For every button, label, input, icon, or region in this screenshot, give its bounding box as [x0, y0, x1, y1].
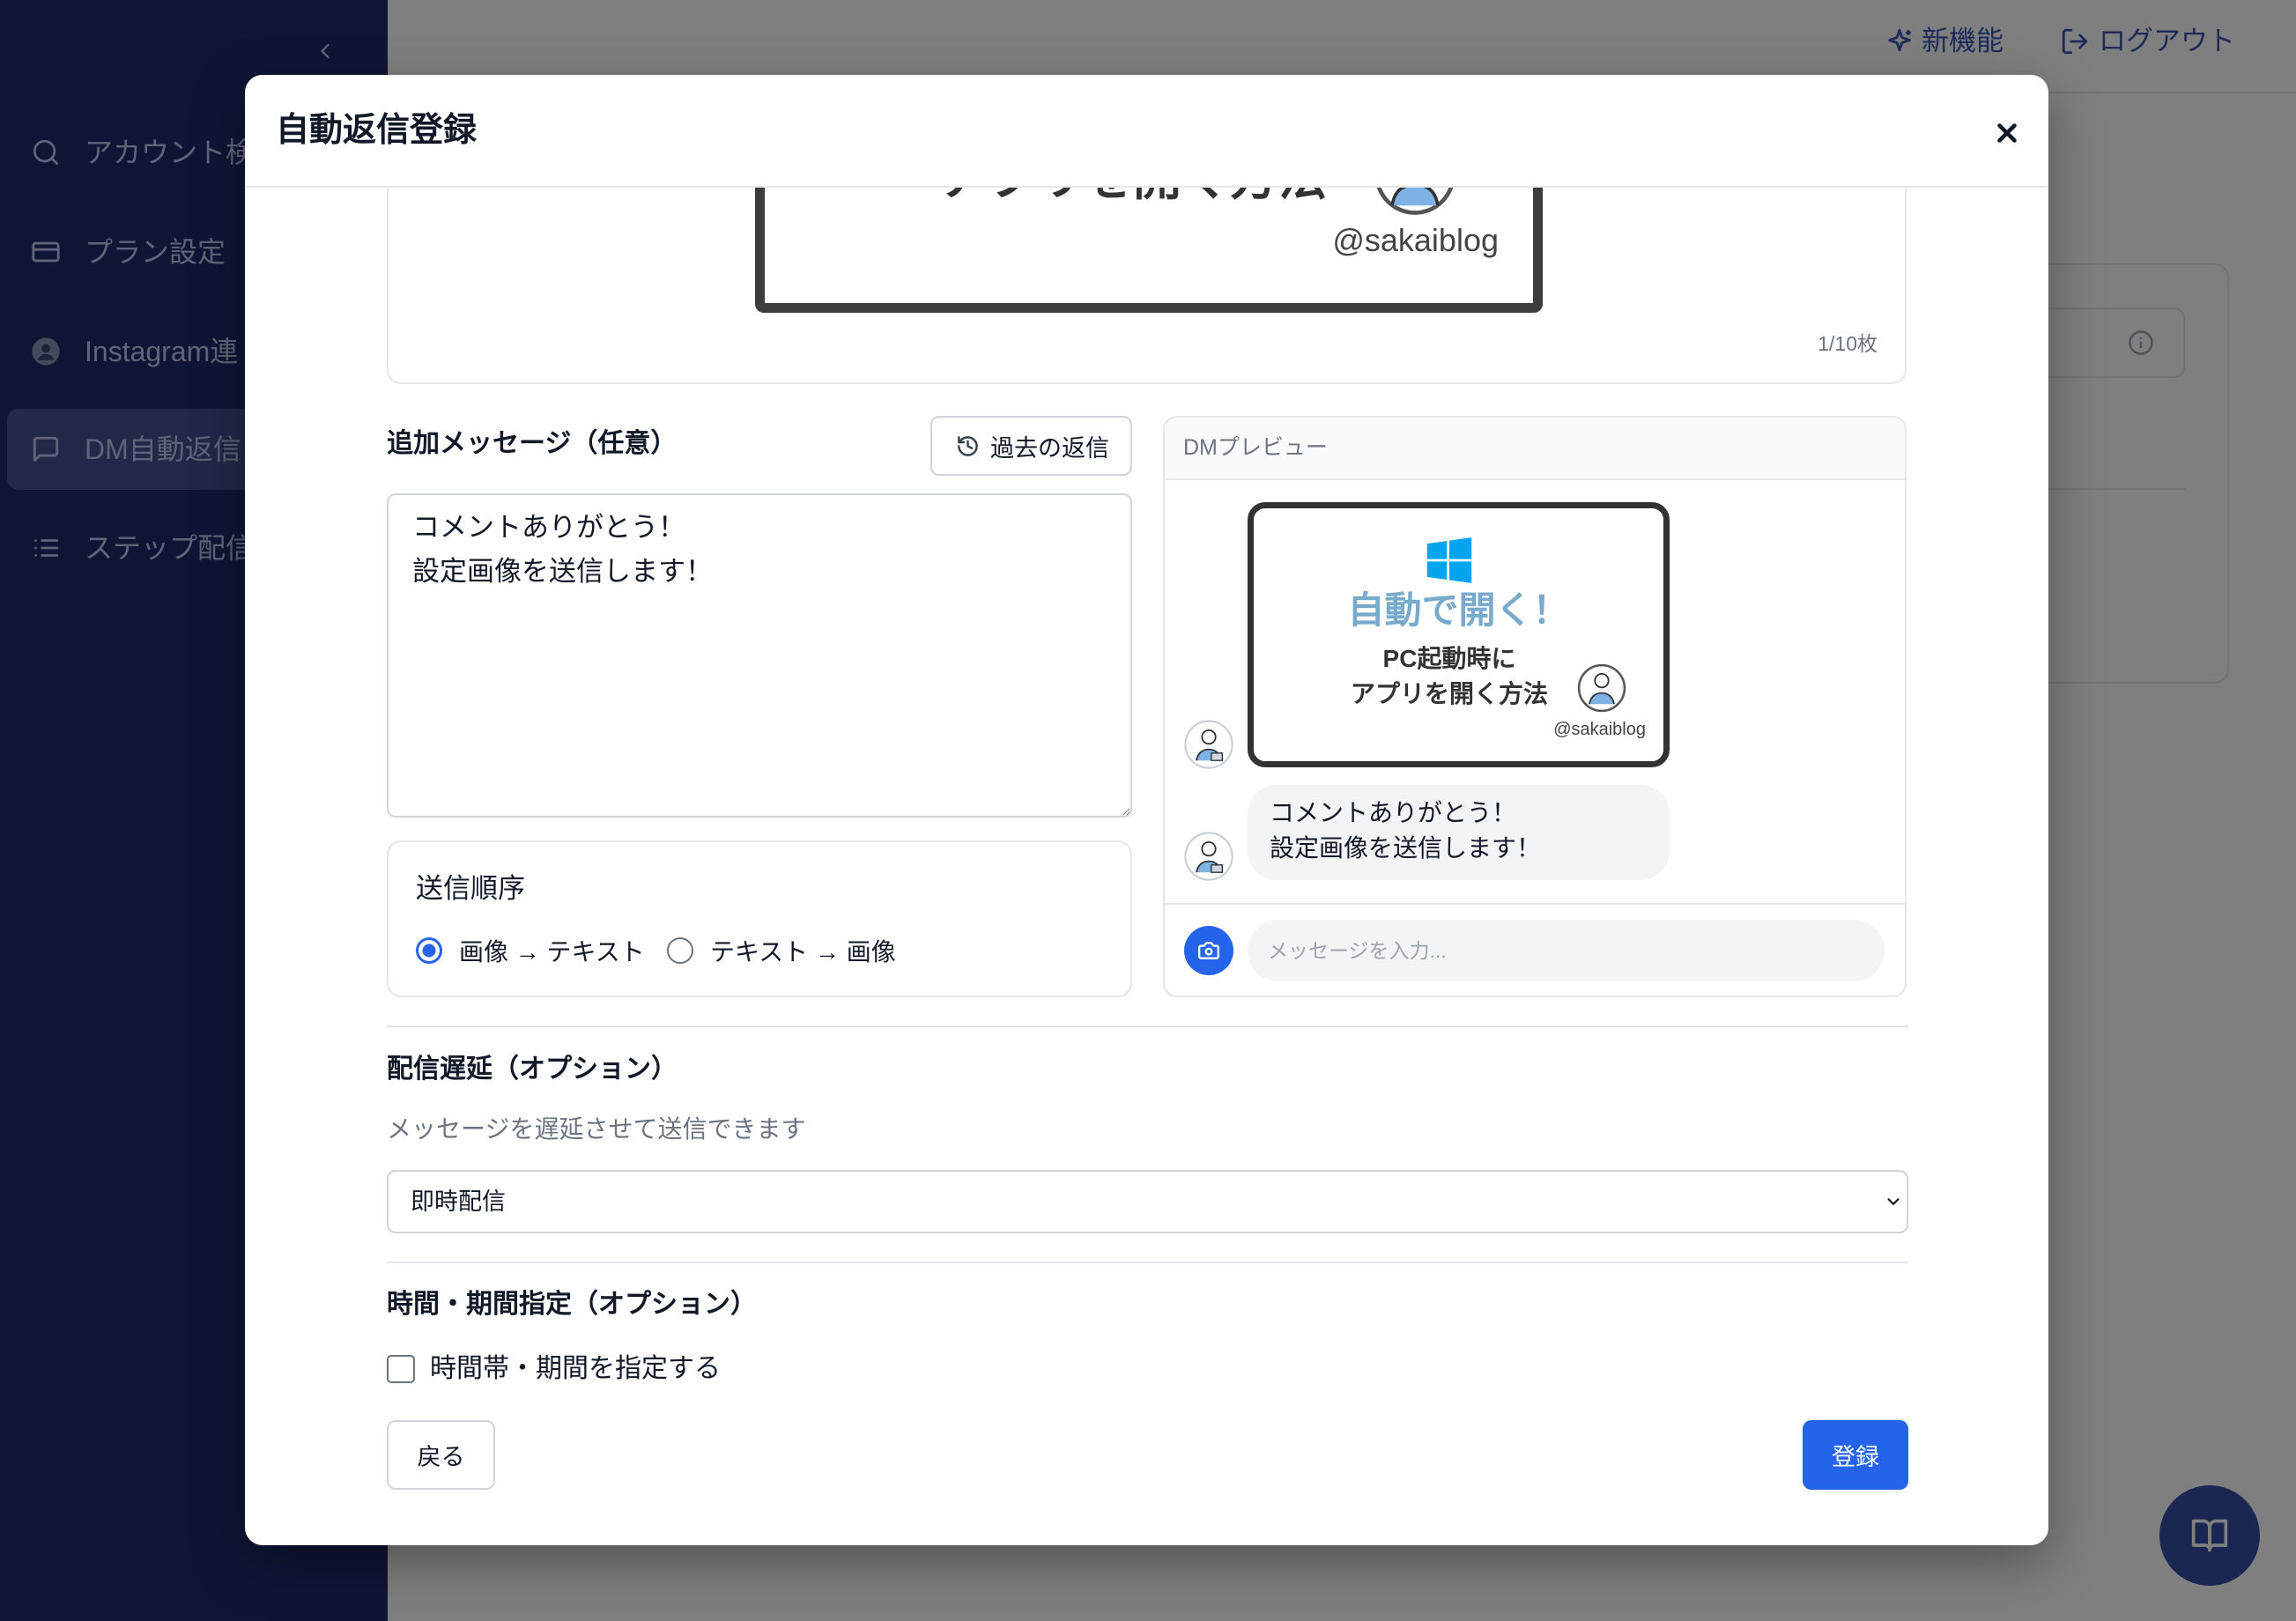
image-title-text: アプリを開く方法 — [939, 188, 1327, 204]
schedule-checkbox-label[interactable]: 時間帯・期間を指定する — [430, 1351, 721, 1387]
additional-message-textarea[interactable]: コメントありがとう！ 設定画像を送信します！ — [387, 493, 1132, 818]
message-input[interactable] — [1248, 920, 1885, 981]
sender-avatar-icon — [1184, 720, 1233, 769]
close-icon — [1997, 123, 2017, 143]
divider — [387, 1025, 1908, 1027]
send-order-card: 送信順序 画像 → テキスト テキスト → 画像 — [387, 840, 1132, 997]
camera-button[interactable] — [1184, 926, 1233, 975]
radio-button[interactable] — [667, 937, 693, 964]
send-order-label: 送信順序 — [416, 873, 525, 904]
dm-preview-card: DMプレビュー 自動で開く！ PC起動時に アプリを開く方法 @sakaiblo… — [1163, 416, 1907, 997]
past-replies-label: 過去の返信 — [990, 434, 1109, 462]
history-icon — [956, 434, 980, 458]
radio-button[interactable] — [416, 937, 442, 964]
schedule-checkbox[interactable] — [387, 1355, 415, 1383]
past-replies-button[interactable]: 過去の返信 — [930, 416, 1132, 476]
divider — [1165, 903, 1905, 905]
preview-image-handle: @sakaiblog — [1553, 720, 1646, 739]
schedule-heading: 時間・期間指定（オプション） — [387, 1290, 757, 1319]
preview-image: 自動で開く！ PC起動時に アプリを開く方法 @sakaiblog — [1248, 502, 1670, 767]
delivery-delay-select[interactable]: 即時配信 — [387, 1170, 1908, 1233]
camera-icon — [1197, 939, 1220, 962]
auto-reply-modal: 自動返信登録 アプリを開く方法 @sakaiblog 1/10枚 追加メッセージ… — [245, 75, 2048, 1545]
sender-avatar-icon — [1184, 832, 1233, 881]
modal-title: 自動返信登録 — [276, 112, 478, 149]
author-avatar-icon — [1577, 663, 1626, 713]
modal-header: 自動返信登録 — [245, 75, 2048, 188]
image-handle-text: @sakaiblog — [1332, 222, 1499, 258]
modal-body[interactable]: アプリを開く方法 @sakaiblog 1/10枚 追加メッセージ（任意） 過去… — [245, 188, 2048, 1545]
radio-label: テキスト → 画像 — [710, 938, 896, 966]
delivery-delay-description: メッセージを遅延させて送信できます — [387, 1115, 806, 1143]
windows-logo-icon — [1425, 536, 1474, 585]
delivery-delay-heading: 配信遅延（オプション） — [387, 1055, 678, 1084]
close-button[interactable] — [1992, 118, 2022, 148]
dm-preview-header: DMプレビュー — [1165, 418, 1905, 480]
send-order-text-first[interactable]: テキスト → 画像 — [667, 935, 896, 966]
image-count: 1/10枚 — [1818, 332, 1878, 355]
author-avatar-icon — [1374, 188, 1456, 216]
uploaded-image-card: アプリを開く方法 @sakaiblog 1/10枚 — [387, 188, 1907, 384]
message-bubble: コメントありがとう！ 設定画像を送信します！ — [1248, 785, 1670, 880]
back-button[interactable]: 戻る — [387, 1420, 495, 1490]
additional-message-label: 追加メッセージ（任意） — [387, 429, 678, 458]
dm-preview-title: DMプレビュー — [1183, 435, 1328, 460]
radio-label: 画像 → テキスト — [459, 938, 645, 966]
send-order-image-first[interactable]: 画像 → テキスト — [416, 935, 645, 966]
preview-image-headline: 自動で開く！ — [1347, 589, 1570, 631]
uploaded-image[interactable]: アプリを開く方法 @sakaiblog — [755, 188, 1543, 313]
divider — [387, 1262, 1908, 1263]
register-button[interactable]: 登録 — [1803, 1420, 1908, 1490]
